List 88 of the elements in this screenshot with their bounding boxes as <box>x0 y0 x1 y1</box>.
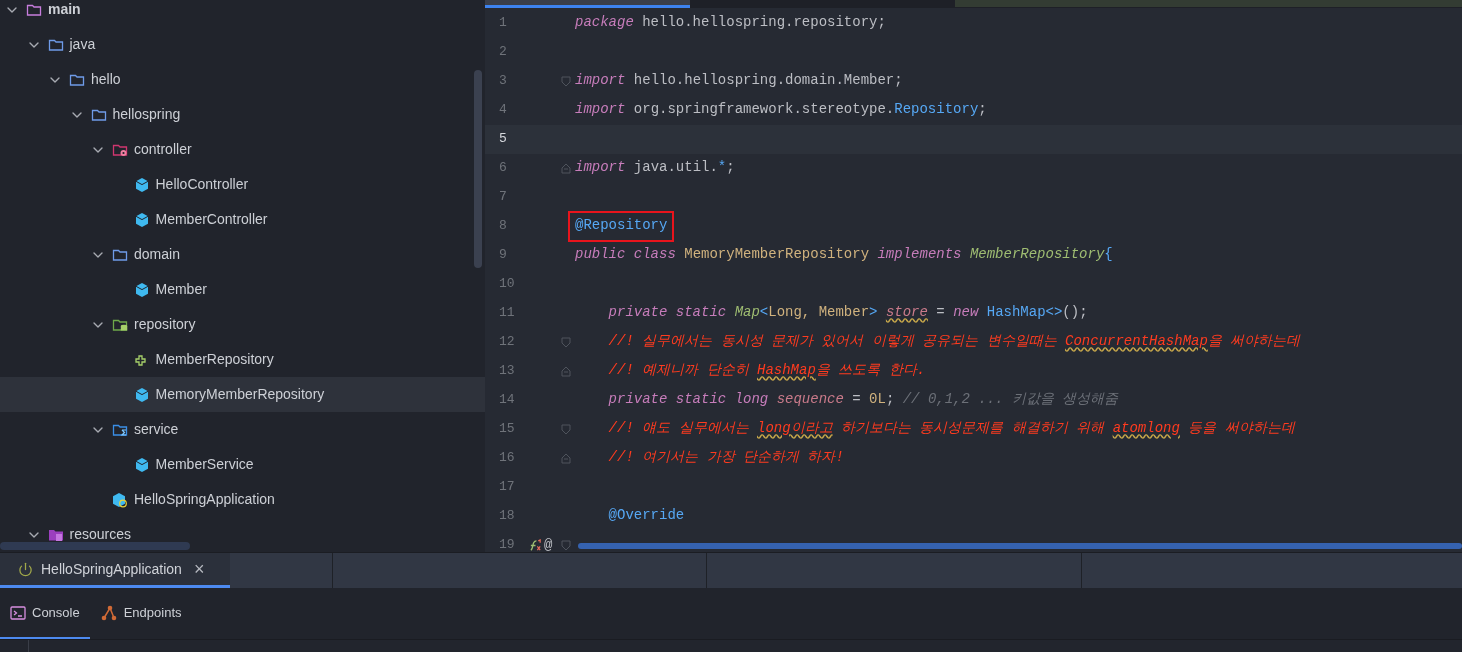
fold-marker-icon[interactable] <box>561 162 571 174</box>
line-number: 7 <box>499 188 508 207</box>
close-button[interactable]: × <box>193 560 205 578</box>
cube-icon <box>133 176 150 193</box>
tree-item[interactable]: main <box>0 0 485 27</box>
line-number: 4 <box>499 101 508 120</box>
fold-marker-icon[interactable] <box>561 539 571 551</box>
tree-item[interactable]: Member <box>0 272 485 307</box>
tree-item-label: repository <box>134 315 196 334</box>
code-line: //! 실무에서는 동시성 문제가 있어서 이렇게 공유되는 변수일때는 ConcurrentHashMap 을 써야하는데 <box>607 331 1301 351</box>
horizontal-scrollbar[interactable] <box>0 542 190 550</box>
tree-item-label: resources <box>69 525 131 544</box>
editor-tab[interactable] <box>955 0 1462 8</box>
code-line: //! 여기서는 가장 단순하게 하자! <box>607 447 844 467</box>
tree-item[interactable]: hello <box>0 62 485 97</box>
horizontal-scrollbar[interactable] <box>578 543 1462 549</box>
tree-item-label: MemberController <box>155 210 268 229</box>
tree-item[interactable]: MemberRepository <box>0 342 485 377</box>
cube-icon <box>133 211 150 228</box>
annotation-marker[interactable]: @ <box>544 534 553 552</box>
tree-item-label: MemoryMemberRepository <box>155 385 325 404</box>
code-line: import org.springframework.stereotype.Repository; <box>575 99 987 119</box>
fold-marker-icon[interactable] <box>561 423 571 435</box>
line-number: 16 <box>499 449 516 468</box>
code-line: public class MemoryMemberRepository implements MemberRepository{ <box>575 244 1113 264</box>
fold-marker-icon[interactable] <box>561 75 571 87</box>
line-number: 11 <box>499 304 516 323</box>
tree-item[interactable]: service <box>0 412 485 447</box>
tree-item[interactable]: domain <box>0 237 485 272</box>
tree-item-label: hellospring <box>112 105 181 124</box>
line-number: 15 <box>499 420 516 439</box>
tree-item[interactable]: controller <box>0 132 485 167</box>
tree-item[interactable]: HelloController <box>0 167 485 202</box>
line-number: 3 <box>499 72 508 91</box>
tree-item-label: java <box>69 35 96 54</box>
tree-item-label: Member <box>155 280 207 299</box>
line-number: 5 <box>499 130 508 149</box>
cube-icon <box>133 281 150 298</box>
tree-item-label: hello <box>91 70 121 89</box>
tree-item-label: MemberService <box>155 455 254 474</box>
code-line: private static Map<Long, Member> store = new HashMap<>(); <box>607 302 1088 322</box>
run-tab[interactable]: HelloSpringApplication × <box>0 553 230 588</box>
fold-marker-icon[interactable] <box>561 452 571 464</box>
code-line: //! 예제니까 단순히 HashMap 을 쓰도록 한다. <box>607 360 926 380</box>
tree-item-label: main <box>48 0 81 19</box>
vertical-scrollbar[interactable] <box>474 70 482 268</box>
tree-item[interactable]: repository <box>0 307 485 342</box>
tree-item[interactable]: resources <box>0 517 485 552</box>
line-number: 2 <box>499 43 508 62</box>
line-number: 8 <box>499 217 508 236</box>
line-number: 19 <box>499 536 516 552</box>
line-number: 12 <box>499 333 516 352</box>
tool-tab[interactable]: Endpoints <box>89 588 192 639</box>
fold-marker-icon[interactable] <box>561 336 571 348</box>
tree-item[interactable]: hellospring <box>0 97 485 132</box>
tree-item-label: MemberRepository <box>155 350 274 369</box>
tree-item[interactable]: MemberController <box>0 202 485 237</box>
line-number: 13 <box>499 362 516 381</box>
power-icon <box>18 561 33 577</box>
line-number: 9 <box>499 246 508 265</box>
tree-item[interactable]: HelloSpringApplication <box>0 482 485 517</box>
cube-icon <box>133 386 150 403</box>
code-line: import hello.hellospring.domain.Member; <box>575 70 903 90</box>
tree-item[interactable]: MemberService <box>0 447 485 482</box>
code-line: package hello.hellospring.repository; <box>575 12 886 32</box>
tree-item-label: service <box>134 420 179 439</box>
code-line: private static long sequence = 0L; // 0,1,2 ... 키값을 생성해줌 <box>607 389 1119 409</box>
code-line: @Override <box>607 505 685 525</box>
tree-item[interactable]: MemoryMemberRepository <box>0 377 485 412</box>
endpoints-icon <box>99 603 118 622</box>
line-number: 14 <box>499 391 516 410</box>
cube-icon <box>133 456 150 473</box>
fold-marker-icon[interactable] <box>561 365 571 377</box>
line-number: 10 <box>499 275 516 294</box>
tree-item-label: HelloSpringApplication <box>134 490 275 509</box>
cube-power-icon <box>112 491 128 508</box>
line-number: 17 <box>499 478 516 497</box>
line-number: 6 <box>499 159 508 178</box>
line-number: 18 <box>499 507 516 526</box>
terminal-icon <box>10 604 26 621</box>
line-number: 1 <box>499 14 508 33</box>
tree-item-label: domain <box>134 245 180 264</box>
code-line: import java.util.*; <box>575 157 735 177</box>
editor-tab[interactable] <box>485 0 690 8</box>
tree-item[interactable]: java <box>0 27 485 62</box>
code-line: //! 얘도 실무에서는 long이라고 하기보다는 동시성문제를 해결하기 위해 atomlong 등을 써야하는데 <box>607 418 1295 438</box>
tree-item-label: HelloController <box>155 175 249 194</box>
tree-item-label: controller <box>134 140 192 159</box>
